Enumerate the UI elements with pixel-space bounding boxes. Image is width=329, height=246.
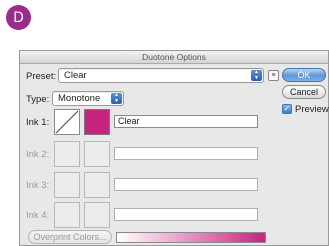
duotone-curve-icon xyxy=(55,110,79,134)
ink-1-label: Ink 1: xyxy=(26,117,50,128)
type-select[interactable]: Monotone ▲ ▼ xyxy=(52,91,124,106)
cancel-button[interactable]: Cancel xyxy=(282,85,326,99)
preset-select[interactable]: Clear ▲ ▼ xyxy=(58,68,264,83)
ink-4-name-field[interactable] xyxy=(114,208,258,221)
ink-3-name-field[interactable] xyxy=(114,178,258,191)
preset-value: Clear xyxy=(64,70,87,81)
type-value: Monotone xyxy=(58,93,101,104)
updown-arrows-icon: ▲ ▼ xyxy=(251,69,262,81)
type-label: Type: xyxy=(26,94,50,105)
ink-1-color-swatch[interactable] xyxy=(84,109,110,135)
ink-3-label: Ink 3: xyxy=(26,180,50,191)
preview-checkbox[interactable]: ✓ xyxy=(282,104,292,114)
ink-2-color-swatch[interactable] xyxy=(84,141,110,167)
ink-4-color-swatch[interactable] xyxy=(84,202,110,228)
ink-2-label: Ink 2: xyxy=(26,149,50,160)
overprint-colors-button[interactable]: Overprint Colors... xyxy=(28,230,112,244)
ink-3-color-swatch[interactable] xyxy=(84,172,110,198)
updown-arrows-icon: ▲ ▼ xyxy=(111,92,122,104)
preview-label: Preview xyxy=(295,104,329,115)
ink-4-label: Ink 4: xyxy=(26,210,50,221)
section-badge: D xyxy=(6,5,31,30)
duotone-gradient-bar xyxy=(116,232,266,243)
preset-options-icon[interactable]: ≡ xyxy=(268,70,279,81)
ink-4-curve-box[interactable] xyxy=(54,202,80,228)
ink-2-name-field[interactable] xyxy=(114,147,258,160)
ink-1-curve-box[interactable] xyxy=(54,109,80,135)
ink-1-name-field[interactable]: Clear xyxy=(114,115,258,128)
ink-3-curve-box[interactable] xyxy=(54,172,80,198)
ink-2-curve-box[interactable] xyxy=(54,141,80,167)
duotone-options-dialog: Duotone Options Preset: Clear ▲ ▼ ≡ Type:… xyxy=(19,50,329,246)
dialog-title: Duotone Options xyxy=(20,51,328,64)
ok-button[interactable]: OK xyxy=(282,68,326,82)
preset-label: Preset: xyxy=(26,71,57,82)
